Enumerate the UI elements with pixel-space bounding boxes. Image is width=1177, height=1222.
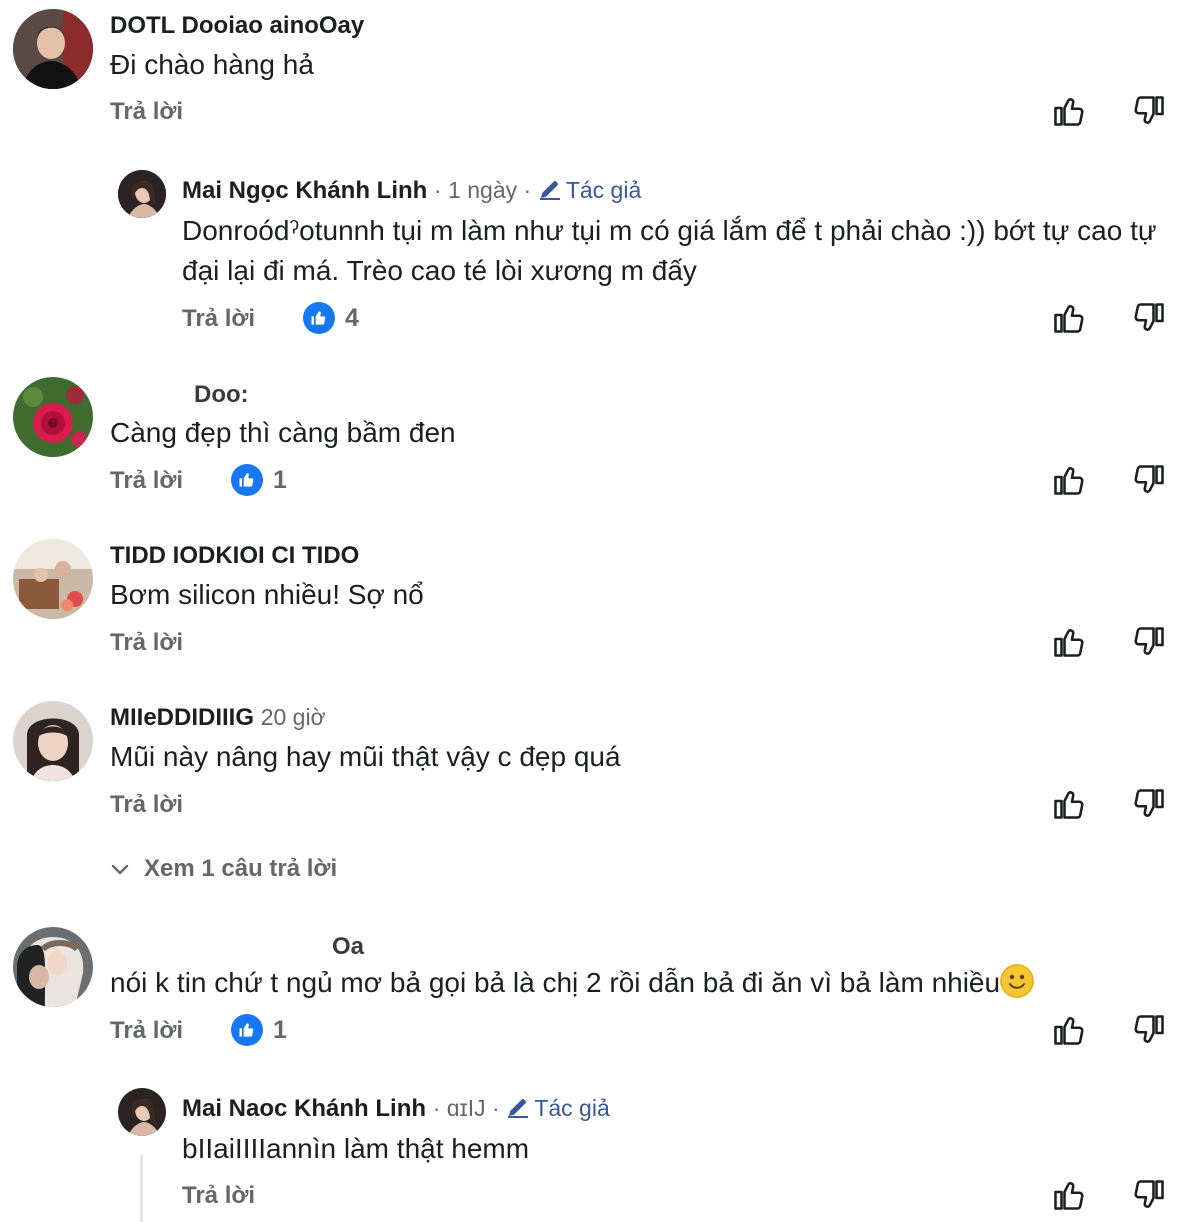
like-count[interactable]: 1 — [231, 1014, 287, 1046]
comment-author[interactable]: Mai Ngọc Khánh Linh · 1 ngày · Tác giả — [182, 177, 641, 205]
reply-button[interactable]: Trả lời — [110, 791, 183, 819]
avatar[interactable] — [13, 927, 93, 1007]
thumbs-down-icon[interactable] — [1131, 300, 1167, 336]
thumbs-up-icon[interactable] — [1051, 93, 1087, 129]
avatar[interactable] — [13, 701, 93, 781]
like-count-value: 4 — [345, 303, 359, 332]
thumbs-up-icon[interactable] — [1051, 1012, 1087, 1048]
comment-author[interactable]: Mai Naoc Khánh Linh · ɑɪIJ · Tác giả — [182, 1095, 610, 1123]
like-count-value: 1 — [273, 465, 287, 494]
avatar[interactable] — [118, 1088, 166, 1136]
reply-button[interactable]: Trả lời — [110, 98, 183, 126]
thumbs-down-icon[interactable] — [1131, 93, 1167, 129]
comment-text: Càng đẹp thì càng bầm đen — [110, 417, 456, 448]
thumbs-down-icon[interactable] — [1131, 786, 1167, 822]
comment-text-body: nói k tin chứ t ngủ mơ bả gọi bả là chị … — [110, 967, 1001, 998]
comment-author[interactable]: Doo: — [194, 381, 249, 409]
chevron-down-icon — [111, 864, 129, 875]
comment-text: nói k tin chứ t ngủ mơ bả gọi bả là chị … — [110, 963, 1035, 1003]
author-badge-label: Tác giả — [534, 1095, 610, 1121]
thumbs-up-icon[interactable] — [1051, 300, 1087, 336]
comment-author[interactable]: Oa — [332, 933, 364, 961]
author-name[interactable]: MIIeDDIDIIIG — [110, 704, 254, 731]
comment-time: · ɑɪIJ · — [432, 1095, 500, 1121]
thumbs-up-icon[interactable] — [1051, 462, 1087, 498]
reply-button[interactable]: Trả lời — [110, 467, 183, 495]
thumbs-down-icon[interactable] — [1131, 1177, 1167, 1213]
thumbs-down-icon[interactable] — [1131, 1012, 1167, 1048]
view-replies-label: Xem 1 câu trả lời — [144, 855, 338, 882]
reply-button[interactable]: Trả lời — [110, 1017, 183, 1045]
comment-author[interactable]: TIDD IODKIOI CI TIDO — [110, 542, 359, 570]
like-count[interactable]: 1 — [231, 464, 287, 496]
pencil-icon — [506, 1095, 530, 1119]
thread-line — [140, 1155, 143, 1222]
reply-button[interactable]: Trả lời — [110, 629, 183, 657]
comment-text: bIIaiIIIIannìn làm thật hemm — [182, 1133, 530, 1164]
author-badge: Tác giả — [506, 1095, 610, 1121]
like-count[interactable]: 4 — [303, 302, 359, 334]
avatar[interactable] — [118, 170, 166, 218]
slightly-smiling-emoji — [1000, 964, 1035, 998]
author-badge: Tác giả — [538, 177, 641, 203]
comment-time: · 1 ngày · — [434, 177, 532, 203]
author-name[interactable]: Mai Naoc Khánh Linh — [182, 1095, 426, 1122]
author-name[interactable]: Mai Ngọc Khánh Linh — [182, 177, 427, 204]
comment-text: Bơm silicon nhiều! Sợ nổ — [110, 579, 424, 610]
comment-author[interactable]: MIIeDDIDIIIG 20 giờ — [110, 704, 326, 732]
thumbs-down-icon[interactable] — [1131, 624, 1167, 660]
avatar[interactable] — [13, 377, 93, 457]
author-badge-label: Tác giả — [565, 177, 642, 203]
avatar[interactable] — [13, 539, 93, 619]
view-replies-button[interactable]: Xem 1 câu trả lời — [110, 855, 337, 883]
thumbs-down-icon[interactable] — [1131, 462, 1167, 498]
thumbs-up-icon[interactable] — [1051, 1177, 1087, 1213]
thumbs-up-icon[interactable] — [1051, 624, 1087, 660]
comment-author[interactable]: DOTL Dooiao ainoOay — [110, 12, 364, 40]
comment-time: 20 giờ — [260, 704, 326, 730]
avatar[interactable] — [13, 9, 93, 89]
pencil-icon — [538, 177, 562, 201]
reply-button[interactable]: Trả lời — [182, 1182, 255, 1210]
comment-text: Đi chào hàng hả — [110, 49, 314, 80]
like-reaction-icon — [231, 1014, 263, 1046]
reply-button[interactable]: Trả lời — [182, 305, 255, 333]
like-reaction-icon — [231, 464, 263, 496]
comment-text: Donroódˀotunnh tụi m làm như tụi m có gi… — [182, 215, 1157, 286]
like-reaction-icon — [303, 302, 335, 334]
like-count-value: 1 — [273, 1015, 287, 1044]
thumbs-up-icon[interactable] — [1051, 786, 1087, 822]
comment-text: Mũi này nâng hay mũi thật vậy c đẹp quá — [110, 741, 621, 772]
